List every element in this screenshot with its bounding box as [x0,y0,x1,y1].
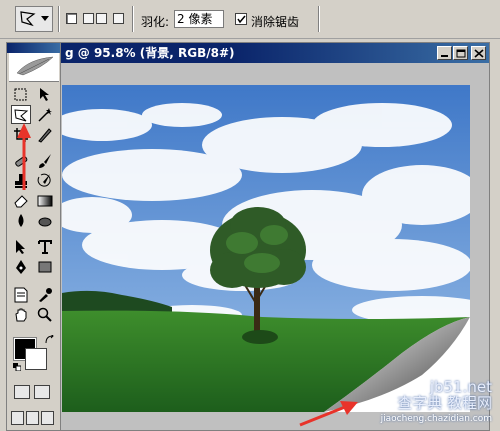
history-brush-icon [37,173,51,187]
note-icon [14,287,28,303]
pen-icon [16,260,26,274]
history-brush-tool[interactable] [35,171,55,190]
path-selection-tool[interactable] [11,237,31,256]
type-tool[interactable] [35,237,55,256]
eyedropper-tool[interactable] [35,285,55,304]
sponge-tool[interactable] [35,211,55,230]
canvas-area[interactable] [61,63,489,430]
sponge-icon [38,217,52,227]
minimize-button[interactable] [437,46,452,60]
intersect-selection-button[interactable] [113,13,124,24]
crop-tool[interactable] [11,125,31,144]
clone-stamp-tool[interactable] [11,171,31,190]
minimize-icon [441,55,448,57]
healing-brush-tool[interactable] [11,151,31,170]
subtract-from-selection-button[interactable] [96,13,107,24]
eyedropper-icon [39,288,52,302]
add-to-selection-button[interactable] [83,13,94,24]
polygonal-lasso-tool[interactable] [11,105,31,124]
screen-mode-full-menu-button[interactable] [26,411,39,425]
document-window: g @ 95.8% (背景, RGB/8#) [60,42,490,431]
toolbox [6,42,62,431]
separator [58,6,60,32]
screen-mode-full-button[interactable] [41,411,54,425]
maximize-icon [456,49,466,58]
type-icon [38,240,52,254]
brush-tool[interactable] [35,151,55,170]
rectangle-tool[interactable] [35,257,55,276]
pen-tool[interactable] [11,257,31,276]
checkmark-icon [237,15,246,24]
zoom-tool[interactable] [35,305,55,324]
antialias-label: 消除锯齿 [251,15,300,29]
brush-icon [39,154,51,168]
move-tool[interactable] [35,85,55,104]
magic-wand-tool[interactable] [35,105,55,124]
watermark: jb51.net 查字典 教程网 jiaocheng.chazidian.com [381,379,492,427]
eraser-tool[interactable] [11,191,31,210]
chevron-down-icon [41,16,49,21]
options-bar: 羽化: 2 像素 消除锯齿 [0,0,500,39]
maximize-button[interactable] [453,46,468,60]
arrow-icon [16,240,25,254]
quick-mask-button[interactable] [34,385,50,399]
hand-icon [15,308,27,322]
default-colors-icon[interactable] [13,363,21,371]
separator [318,6,320,32]
background-color-swatch[interactable] [25,348,47,370]
blur-tool[interactable] [11,211,31,230]
tool-preset-picker[interactable] [15,6,53,32]
close-button[interactable] [471,46,486,60]
document-title[interactable]: g @ 95.8% (背景, RGB/8#) [61,43,489,63]
toolbox-header[interactable] [7,43,61,53]
antialias-checkbox[interactable] [235,13,247,25]
polygonal-lasso-icon [20,11,36,27]
feather-input[interactable]: 2 像素 [174,10,224,28]
landscape-photo [62,85,470,412]
slice-icon [38,128,52,143]
gradient-icon [37,195,53,207]
rectangle-shape-icon [38,261,52,273]
swap-colors-icon[interactable] [45,335,55,345]
eraser-icon [14,195,28,208]
gradient-tool[interactable] [35,191,55,210]
polygonal-lasso-icon [14,109,29,122]
marquee-tool[interactable] [11,85,31,104]
separator [132,6,134,32]
slice-tool[interactable] [35,125,55,144]
new-selection-button[interactable] [66,13,77,24]
screen-mode-standard-button[interactable] [11,411,24,425]
watermark-site: jb51.net [429,378,492,396]
crop-icon [14,128,28,142]
stamp-icon [15,174,27,188]
watermark-title: 查字典 教程网 [397,394,492,412]
magic-wand-icon [38,108,52,122]
rect-marquee-icon [14,88,27,101]
bandage-icon [15,156,28,167]
feather-logo[interactable] [9,53,59,82]
watermark-url: jiaocheng.chazidian.com [380,414,492,424]
zoom-icon [37,307,52,322]
move-icon [40,88,49,101]
standard-mode-button[interactable] [14,385,30,399]
blur-icon [18,214,24,227]
notes-tool[interactable] [11,285,31,304]
close-icon [474,49,484,58]
feather-label: 羽化: [141,15,170,29]
hand-tool[interactable] [11,305,31,324]
